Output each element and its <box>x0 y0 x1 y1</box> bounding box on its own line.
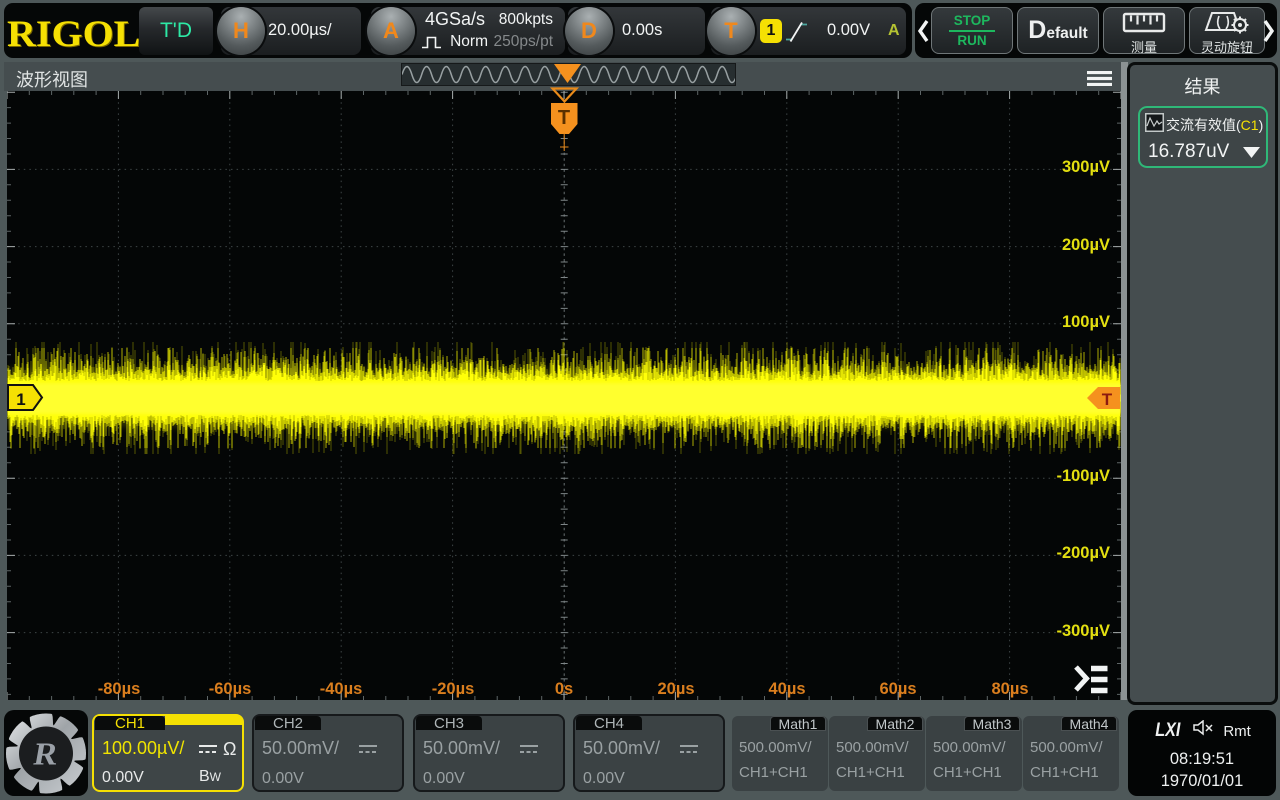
svg-text:-60µs: -60µs <box>209 680 252 698</box>
svg-text:200µV: 200µV <box>1062 236 1110 254</box>
svg-text:-200µV: -200µV <box>1056 544 1110 562</box>
svg-text:0s: 0s <box>555 680 573 698</box>
svg-text:-300µV: -300µV <box>1056 622 1110 640</box>
svg-text:-20µs: -20µs <box>432 680 475 698</box>
svg-text:T: T <box>1102 390 1113 409</box>
svg-text:60µs: 60µs <box>879 680 916 698</box>
svg-text:300µV: 300µV <box>1062 158 1110 176</box>
svg-text:40µs: 40µs <box>768 680 805 698</box>
svg-text:80µs: 80µs <box>991 680 1028 698</box>
svg-text:T: T <box>558 107 570 129</box>
svg-text:100µV: 100µV <box>1062 313 1110 331</box>
svg-text:-40µs: -40µs <box>320 680 363 698</box>
svg-text:1: 1 <box>16 390 25 409</box>
svg-text:-100µV: -100µV <box>1056 467 1110 485</box>
svg-text:-80µs: -80µs <box>98 680 141 698</box>
svg-text:20µs: 20µs <box>657 680 694 698</box>
